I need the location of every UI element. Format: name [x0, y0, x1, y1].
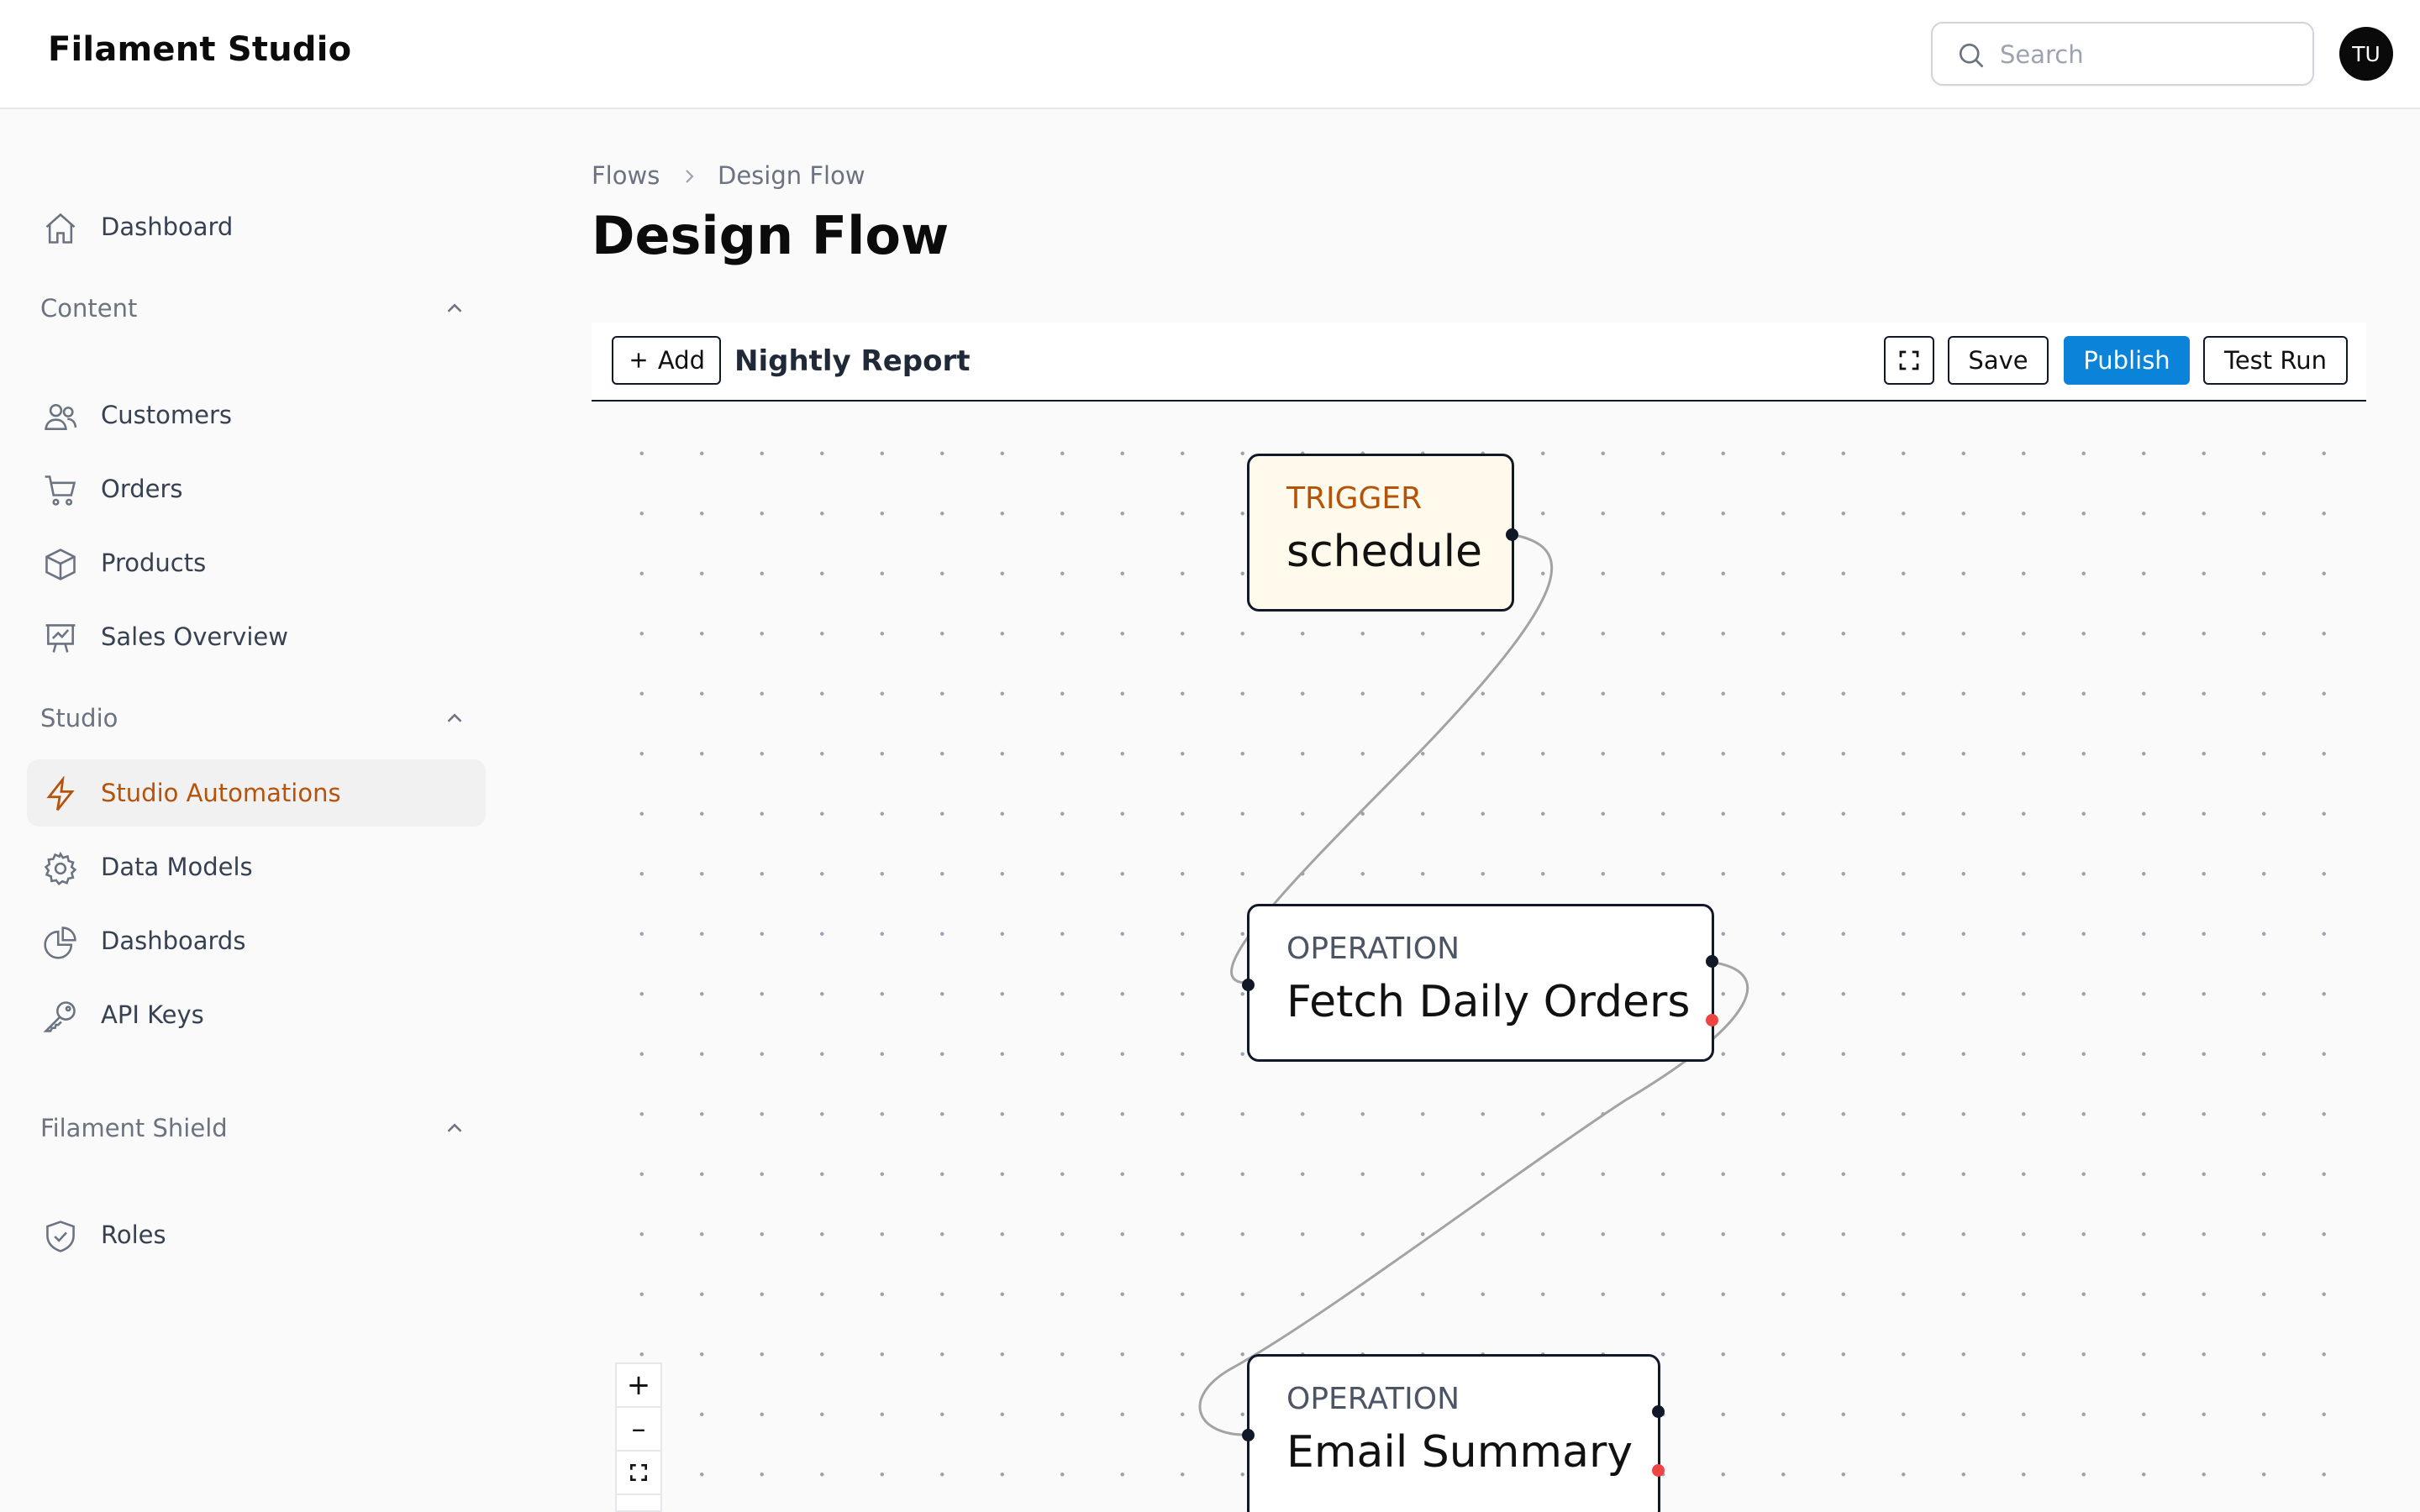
chevron-right-icon [686, 170, 694, 183]
sidebar-item-products[interactable]: Products [27, 529, 486, 596]
search-icon [1959, 43, 1984, 68]
shield-check-icon [46, 1221, 75, 1252]
node-title: Fetch Daily Orders [1286, 977, 1691, 1027]
sidebar-item-api-keys[interactable]: API Keys [27, 981, 486, 1048]
publish-button[interactable]: Publish [2064, 336, 2190, 385]
sidebar-item-label: Dashboards [101, 927, 246, 955]
expand-icon [1899, 350, 1919, 370]
breadcrumb-flows[interactable]: Flows [592, 161, 660, 190]
error-port[interactable] [1706, 1014, 1718, 1026]
output-port[interactable] [1506, 528, 1518, 541]
sidebar-item-roles[interactable]: Roles [27, 1201, 486, 1268]
node-kind: TRIGGER [1286, 481, 1423, 516]
chevron-up-icon[interactable] [442, 296, 467, 321]
save-button[interactable]: Save [1948, 336, 2049, 385]
flow-toolbar: Add Nightly Report Save Publish Test Run [592, 323, 2366, 402]
sidebar-item-label: Studio Automations [101, 779, 341, 807]
sidebar-item-data-models[interactable]: Data Models [27, 833, 486, 900]
sidebar-item-dashboard[interactable]: Dashboard [27, 193, 486, 260]
page-title: Design Flow [592, 205, 950, 266]
sidebar-item-orders[interactable]: Orders [27, 455, 486, 522]
users-icon [45, 403, 77, 430]
sidebar-item-label: Orders [101, 475, 183, 503]
output-port[interactable] [1706, 955, 1718, 968]
group-label-studio[interactable]: Studio [40, 704, 118, 732]
input-port[interactable] [1242, 1429, 1255, 1441]
global-search[interactable] [1931, 22, 2314, 86]
key-icon [43, 1001, 76, 1032]
presentation-chart-icon [45, 624, 76, 653]
sidebar-item-label: Dashboard [101, 213, 234, 241]
test-run-button[interactable]: Test Run [2203, 336, 2348, 385]
sidebar-item-label: Roles [101, 1221, 166, 1249]
add-node-button[interactable]: Add [612, 336, 721, 385]
fullscreen-button[interactable] [1884, 336, 1934, 385]
flow-canvas[interactable]: TRIGGER schedule OPERATION Fetch Daily O… [592, 403, 2366, 1512]
home-icon [45, 213, 76, 244]
sidebar-item-studio-automations[interactable]: Studio Automations [27, 759, 486, 827]
zoom-controls: + – [615, 1362, 662, 1512]
sidebar-item-label: Products [101, 549, 207, 577]
sidebar-item-dashboards[interactable]: Dashboards [27, 907, 486, 974]
node-email-summary[interactable]: OPERATION Email Summary [1242, 1354, 1665, 1512]
group-label-filament-shield[interactable]: Filament Shield [40, 1114, 228, 1142]
search-input[interactable] [2000, 34, 2294, 76]
bolt-icon [46, 776, 75, 811]
sidebar-item-label: Data Models [101, 853, 253, 881]
sidebar: Dashboard Content Customers Orders Produ… [0, 111, 504, 1512]
node-trigger[interactable]: TRIGGER schedule [1247, 454, 1518, 612]
pie-chart-icon [44, 927, 76, 959]
sidebar-item-label: Customers [101, 401, 232, 429]
output-port[interactable] [1652, 1405, 1665, 1418]
group-label-content[interactable]: Content [40, 294, 137, 323]
sidebar-item-label: Sales Overview [101, 622, 288, 651]
node-title: schedule [1286, 527, 1483, 577]
cube-icon [45, 549, 76, 580]
plus-icon [631, 353, 646, 368]
node-title: Email Summary [1286, 1427, 1634, 1478]
node-kind: OPERATION [1286, 932, 1460, 966]
cart-icon [45, 475, 76, 506]
zoom-in-icon[interactable]: + [617, 1364, 660, 1408]
brand-logo[interactable]: Filament Studio [48, 30, 351, 69]
sidebar-item-label: API Keys [101, 1000, 204, 1029]
fit-view-icon [630, 1464, 647, 1481]
cog-icon [44, 851, 77, 886]
top-bar: Filament Studio TU [0, 0, 2420, 109]
sidebar-item-sales-overview[interactable]: Sales Overview [27, 603, 486, 670]
zoom-out-icon[interactable]: – [617, 1408, 660, 1452]
node-kind: OPERATION [1286, 1382, 1460, 1416]
sidebar-item-customers[interactable]: Customers [27, 381, 486, 449]
breadcrumb-design-flow: Design Flow [718, 161, 865, 190]
chevron-up-icon[interactable] [442, 706, 467, 731]
user-avatar[interactable]: TU [2339, 27, 2393, 81]
add-label: Add [657, 346, 706, 375]
fit-view-button[interactable] [617, 1452, 660, 1495]
input-port[interactable] [1242, 979, 1255, 991]
chevron-up-icon[interactable] [442, 1116, 467, 1141]
error-port[interactable] [1652, 1464, 1665, 1477]
node-fetch-daily-orders[interactable]: OPERATION Fetch Daily Orders [1242, 904, 1718, 1062]
flow-name: Nightly Report [734, 344, 971, 378]
